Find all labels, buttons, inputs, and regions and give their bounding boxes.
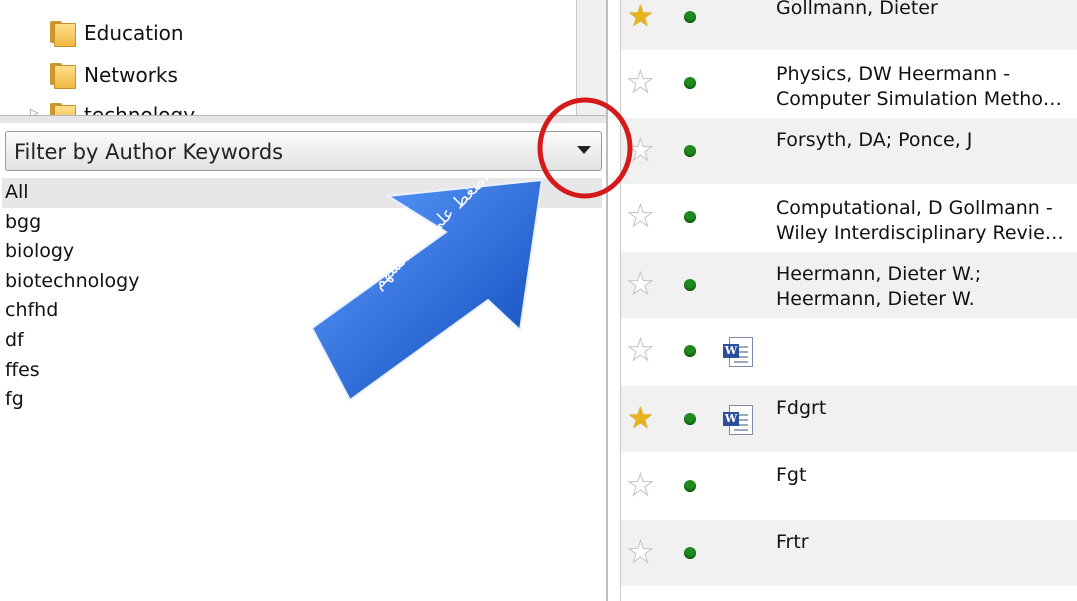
reference-authors: Gollmann, Dieter: [776, 0, 938, 19]
filter-pane: Filter by Author Keywords All bgg biolog…: [0, 123, 606, 601]
keyword-item[interactable]: biology: [2, 237, 602, 267]
reference-row[interactable]: ★ W: [621, 318, 1077, 384]
keyword-item-all[interactable]: All: [2, 178, 602, 208]
folder-item-technology[interactable]: technology: [48, 100, 195, 115]
reference-authors: Computational, D Gollmann - Wiley Interdi…: [776, 197, 1064, 244]
expand-arrow-icon[interactable]: ▷: [30, 106, 38, 115]
star-icon[interactable]: ★: [627, 537, 655, 568]
reference-authors: Heermann, Dieter W.; Heermann, Dieter W.: [776, 263, 982, 310]
reference-list: ★ Gollmann, Dieter ★ Physics, DW Heerman…: [621, 0, 1077, 601]
chevron-down-icon[interactable]: [577, 146, 591, 154]
keyword-item[interactable]: fg: [2, 385, 602, 415]
filter-dropdown-value: Filter by Author Keywords: [14, 140, 284, 164]
star-icon[interactable]: ★: [627, 67, 655, 98]
read-status-icon[interactable]: [684, 11, 696, 23]
keyword-list: All bgg biology biotechnology chfhd df f…: [2, 178, 602, 415]
read-status-icon[interactable]: [684, 77, 696, 89]
reference-row[interactable]: ★ Forsyth, DA; Ponce, J: [621, 118, 1077, 184]
read-status-icon[interactable]: [684, 547, 696, 559]
word-document-icon[interactable]: W: [723, 404, 755, 436]
keyword-item[interactable]: biotechnology: [2, 267, 602, 297]
folder-tree: Education Networks ▷ technology: [0, 0, 576, 115]
star-icon[interactable]: ★: [627, 404, 654, 434]
folder-item-education[interactable]: Education: [48, 18, 184, 48]
reference-row[interactable]: ★ W Fdgrt: [621, 386, 1077, 452]
folder-icon: [48, 63, 76, 89]
reference-authors: Fdgrt: [776, 397, 827, 419]
keyword-item[interactable]: df: [2, 326, 602, 356]
keyword-item[interactable]: chfhd: [2, 296, 602, 326]
star-icon[interactable]: ★: [627, 269, 655, 300]
keyword-item[interactable]: ffes: [2, 356, 602, 386]
reference-authors: Physics, DW Heermann - Computer Simulatio…: [776, 63, 1062, 110]
reference-row[interactable]: ★ Frtr: [621, 520, 1077, 586]
star-icon[interactable]: ★: [627, 335, 655, 366]
folder-icon: [48, 21, 76, 47]
filter-dropdown[interactable]: Filter by Author Keywords: [5, 131, 602, 171]
tree-scrollbar[interactable]: [576, 0, 607, 115]
folder-item-networks[interactable]: Networks: [48, 60, 178, 90]
folder-label: Education: [84, 21, 184, 45]
read-status-icon[interactable]: [684, 145, 696, 157]
folder-icon: [48, 103, 76, 115]
pane-gap: [608, 0, 621, 601]
star-icon[interactable]: ★: [627, 2, 654, 32]
read-status-icon[interactable]: [684, 345, 696, 357]
folder-label: Networks: [84, 63, 178, 87]
star-icon[interactable]: ★: [627, 135, 655, 166]
reference-row[interactable]: ★ Computational, D Gollmann - Wiley Inter…: [621, 184, 1077, 250]
word-document-icon[interactable]: W: [723, 336, 755, 368]
left-pane: Education Networks ▷ technology Filter b…: [0, 0, 607, 601]
star-icon[interactable]: ★: [627, 201, 655, 232]
reference-row[interactable]: ★ Gollmann, Dieter: [621, 0, 1077, 50]
reference-row[interactable]: ★ Physics, DW Heermann - Computer Simulat…: [621, 50, 1077, 116]
read-status-icon[interactable]: [684, 211, 696, 223]
reference-authors: Fgt: [776, 464, 807, 486]
folder-label: technology: [84, 103, 196, 115]
read-status-icon[interactable]: [684, 279, 696, 291]
read-status-icon[interactable]: [684, 480, 696, 492]
star-icon[interactable]: ★: [627, 470, 655, 501]
reference-row[interactable]: ★ Fgt: [621, 453, 1077, 519]
reference-row[interactable]: ★ Heermann, Dieter W.; Heermann, Dieter W…: [621, 252, 1077, 318]
reference-authors: Frtr: [776, 531, 809, 553]
read-status-icon[interactable]: [684, 413, 696, 425]
reference-authors: Forsyth, DA; Ponce, J: [776, 129, 973, 151]
keyword-item[interactable]: bgg: [2, 208, 602, 238]
